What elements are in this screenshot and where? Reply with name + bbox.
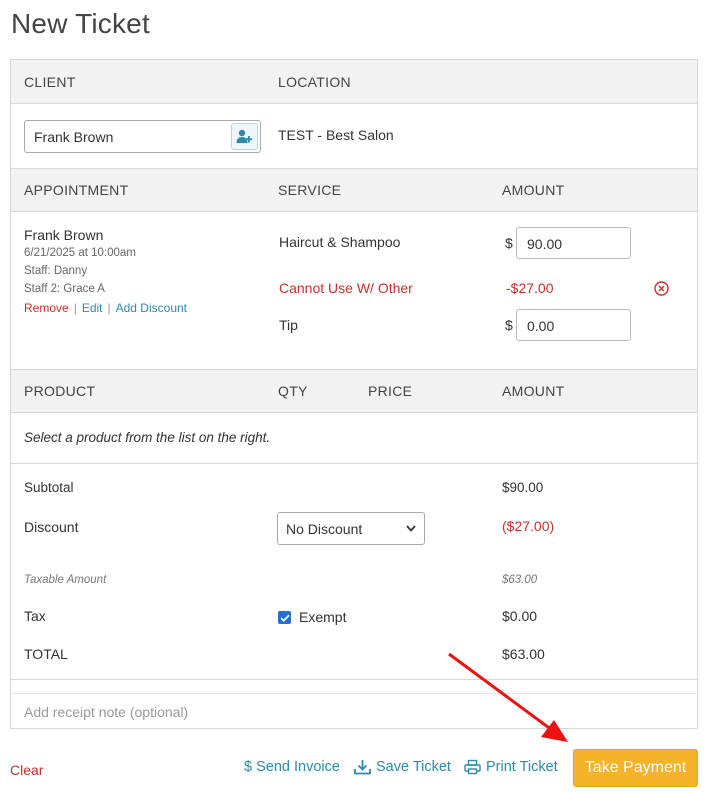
tip-amount-value: 0.00 bbox=[527, 318, 555, 334]
subtotal-value: $90.00 bbox=[502, 480, 544, 495]
save-ticket-link[interactable]: Save Ticket bbox=[354, 759, 451, 775]
print-ticket-label: Print Ticket bbox=[486, 759, 558, 775]
divider bbox=[11, 679, 697, 680]
product-empty-message: Select a product from the list on the ri… bbox=[24, 430, 271, 445]
total-label: TOTAL bbox=[24, 646, 68, 662]
total-value: $63.00 bbox=[502, 646, 545, 662]
receipt-note-placeholder: Add receipt note (optional) bbox=[24, 704, 189, 720]
discount-label: Discount bbox=[24, 519, 79, 535]
client-field[interactable]: Frank Brown bbox=[24, 120, 261, 153]
edit-link[interactable]: Edit bbox=[82, 301, 103, 315]
exempt-checkbox[interactable] bbox=[278, 611, 291, 624]
appointment-staff2: Staff 2: Grace A bbox=[24, 283, 105, 295]
taxable-label: Taxable Amount bbox=[24, 574, 107, 586]
check-icon bbox=[279, 614, 290, 622]
tax-label: Tax bbox=[24, 608, 46, 624]
add-discount-link[interactable]: Add Discount bbox=[116, 301, 187, 315]
receipt-note-input[interactable]: Add receipt note (optional) bbox=[11, 693, 697, 729]
chevron-down-icon bbox=[406, 525, 416, 532]
send-invoice-label: $ Send Invoice bbox=[244, 759, 340, 775]
exempt-label: Exempt bbox=[299, 609, 347, 625]
ticket-panel: CLIENT LOCATION Frank Brown TEST - Best … bbox=[10, 59, 698, 729]
client-header-row: CLIENT LOCATION bbox=[11, 60, 697, 104]
location-value: TEST - Best Salon bbox=[278, 127, 394, 143]
client-header: CLIENT bbox=[24, 73, 76, 90]
appointment-header: APPOINTMENT bbox=[24, 182, 129, 198]
remove-link[interactable]: Remove bbox=[24, 301, 69, 315]
clear-link[interactable]: Clear bbox=[10, 762, 43, 778]
product-amount-header: AMOUNT bbox=[502, 383, 565, 399]
divider bbox=[11, 463, 697, 464]
remove-discount-icon[interactable] bbox=[654, 281, 669, 296]
tip-currency: $ bbox=[505, 317, 513, 333]
qty-header: QTY bbox=[278, 383, 308, 399]
send-invoice-link[interactable]: $ Send Invoice bbox=[244, 759, 340, 775]
location-header: LOCATION bbox=[278, 73, 351, 90]
tip-label: Tip bbox=[279, 317, 298, 333]
take-payment-button[interactable]: Take Payment bbox=[573, 749, 698, 787]
service-amount-value: 90.00 bbox=[527, 236, 563, 252]
discount-value: ($27.00) bbox=[502, 518, 555, 534]
product-header: PRODUCT bbox=[24, 383, 96, 399]
download-icon bbox=[354, 760, 371, 775]
service-amount-input[interactable]: 90.00 bbox=[516, 227, 631, 259]
appointment-staff: Staff: Danny bbox=[24, 265, 88, 277]
price-header: PRICE bbox=[368, 383, 413, 399]
service-name: Haircut & Shampoo bbox=[279, 234, 401, 250]
discount-select-value: No Discount bbox=[286, 521, 363, 537]
save-ticket-label: Save Ticket bbox=[376, 759, 451, 775]
discount-amount: -$27.00 bbox=[506, 280, 554, 296]
print-ticket-link[interactable]: Print Ticket bbox=[464, 759, 558, 775]
tip-amount-input[interactable]: 0.00 bbox=[516, 309, 631, 341]
service-currency: $ bbox=[505, 235, 513, 251]
appointment-client-name: Frank Brown bbox=[24, 227, 104, 243]
discount-name: Cannot Use W/ Other bbox=[279, 280, 413, 296]
service-header: SERVICE bbox=[278, 182, 342, 198]
printer-icon bbox=[464, 759, 481, 775]
client-field-value: Frank Brown bbox=[34, 129, 114, 145]
page-title: New Ticket bbox=[11, 8, 150, 39]
tax-value: $0.00 bbox=[502, 608, 538, 624]
amount-header: AMOUNT bbox=[502, 182, 565, 198]
taxable-value: $63.00 bbox=[502, 574, 538, 586]
appointment-header-row: APPOINTMENT SERVICE AMOUNT bbox=[11, 168, 697, 212]
product-header-row: PRODUCT QTY PRICE AMOUNT bbox=[11, 369, 697, 413]
appointment-datetime: 6/21/2025 at 10:00am bbox=[24, 247, 136, 259]
add-user-icon[interactable] bbox=[231, 123, 258, 150]
discount-select[interactable]: No Discount bbox=[277, 512, 425, 545]
subtotal-label: Subtotal bbox=[24, 480, 74, 495]
appointment-actions: Remove | Edit | Add Discount bbox=[24, 301, 187, 315]
